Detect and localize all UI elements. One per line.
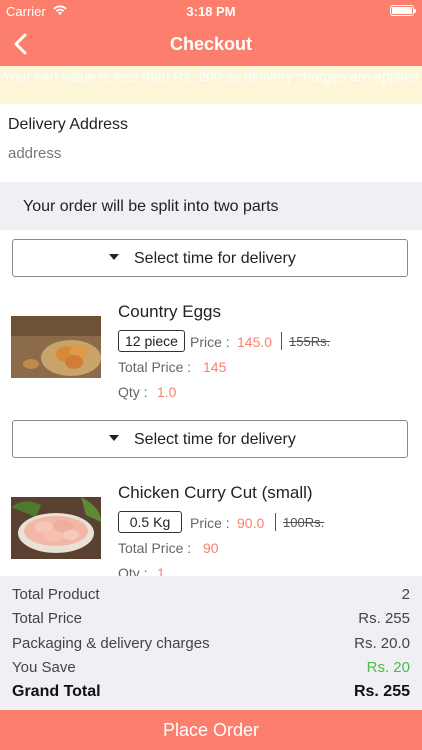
total-price-summary-label: Total Price — [12, 610, 83, 627]
delivery-charge-notice: Your cart value is less than Rs. 200 so … — [0, 66, 422, 104]
delivery-address-value: address — [8, 145, 62, 162]
order-split-banner: Your order will be split into two parts — [0, 182, 422, 230]
delivery-charges-label: Packaging & delivery charges — [12, 635, 210, 652]
grand-total-label: Grand Total — [12, 683, 101, 700]
clock: 3:18 PM — [186, 4, 236, 19]
summary-row-grand-total: Grand Total Rs. 255 — [12, 683, 410, 703]
original-price: 100Rs. — [283, 515, 325, 530]
price-divider — [275, 513, 276, 531]
cart-item: Country Eggs 12 piece Price : 145.0 155R… — [0, 292, 422, 402]
select-delivery-time-label: Select time for delivery — [134, 431, 296, 448]
price-value: 145.0 — [237, 334, 273, 350]
summary-row-total-product: Total Product 2 — [12, 586, 410, 606]
delivery-charges-value: Rs. 20.0 — [354, 635, 410, 652]
place-order-button[interactable]: Place Order — [0, 710, 422, 750]
delivery-address-label: Delivery Address — [8, 116, 129, 133]
total-product-value: 2 — [401, 586, 410, 603]
total-price-value: 145 — [203, 359, 227, 375]
status-bar: Carrier 3:18 PM — [0, 0, 422, 22]
cart-item: Chicken Curry Cut (small) 0.5 Kg Price :… — [0, 473, 422, 583]
quantity-value: 1.0 — [157, 384, 177, 400]
price-value: 90.0 — [237, 515, 265, 531]
select-delivery-time-button[interactable]: Select time for delivery — [12, 239, 408, 277]
order-summary: Total Product 2 Total Price Rs. 255 Pack… — [0, 576, 422, 710]
product-name: Chicken Curry Cut (small) — [118, 483, 313, 502]
total-price-label: Total Price : — [118, 540, 192, 556]
page-title: Checkout — [169, 34, 252, 54]
delivery-address-section[interactable]: Delivery Address address — [0, 104, 422, 182]
pack-size-badge: 0.5 Kg — [118, 511, 182, 533]
quantity-label: Qty : — [118, 384, 148, 400]
dropdown-caret-icon — [109, 435, 119, 441]
summary-row-savings: You Save Rs. 20 — [12, 659, 410, 679]
grand-total-value: Rs. 255 — [353, 683, 410, 700]
summary-row-delivery: Packaging & delivery charges Rs. 20.0 — [12, 635, 410, 655]
pack-size-badge: 12 piece — [118, 330, 185, 352]
total-price-value: 90 — [203, 540, 219, 556]
summary-row-total-price: Total Price Rs. 255 — [12, 610, 410, 630]
order-split-text: Your order will be split into two parts — [23, 198, 279, 215]
total-price-label: Total Price : — [118, 359, 192, 375]
original-price: 155Rs. — [289, 334, 331, 349]
total-price-summary-value: Rs. 255 — [358, 610, 410, 627]
you-save-value: Rs. 20 — [366, 659, 410, 676]
select-delivery-time-button[interactable]: Select time for delivery — [12, 420, 408, 458]
product-image — [11, 497, 101, 559]
total-product-label: Total Product — [12, 586, 100, 603]
dropdown-caret-icon — [109, 254, 119, 260]
nav-bar: Checkout — [0, 22, 422, 66]
product-image — [11, 316, 101, 378]
price-label: Price : — [190, 334, 230, 350]
price-label: Price : — [190, 515, 230, 531]
battery-icon — [390, 5, 416, 16]
you-save-label: You Save — [12, 659, 76, 676]
price-divider — [281, 332, 282, 350]
product-name: Country Eggs — [118, 302, 221, 321]
select-delivery-time-label: Select time for delivery — [134, 250, 296, 267]
